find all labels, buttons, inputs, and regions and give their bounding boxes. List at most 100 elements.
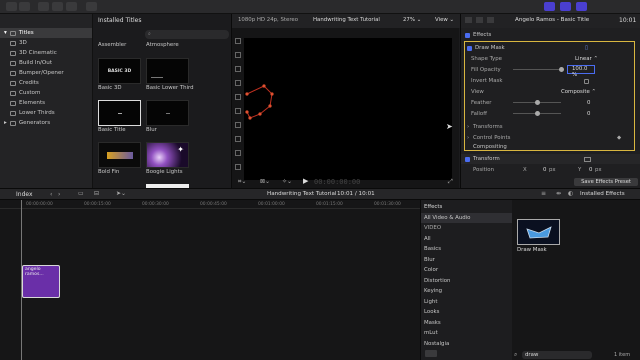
share-icon[interactable]: [86, 2, 97, 11]
compositing-row[interactable]: Compositing: [461, 142, 640, 152]
sidebar-item-credits[interactable]: Credits: [10, 78, 39, 88]
library-icon[interactable]: [6, 2, 17, 11]
play-button[interactable]: ▶: [303, 177, 308, 185]
clip-label: angelo ramos...: [25, 267, 44, 277]
thumb-label: Basic 3D: [98, 85, 122, 91]
transform-tool-icon[interactable]: ⌗⌄: [238, 178, 246, 186]
effects-category[interactable]: mLut: [421, 328, 513, 339]
background-tasks-icon[interactable]: [66, 2, 77, 11]
effect-thumb-draw-mask[interactable]: [517, 219, 560, 245]
invert-mask-checkbox[interactable]: [584, 78, 589, 84]
import-icon[interactable]: [38, 2, 49, 11]
sidebar-item-bumper-opener[interactable]: Bumper/Opener: [10, 68, 64, 78]
sidebar-item-lower-thirds[interactable]: Lower Thirds: [10, 108, 55, 118]
feather-row: Feather 0: [465, 98, 634, 108]
transform-row[interactable]: Transform: [461, 154, 640, 164]
effects-category[interactable]: All Video & Audio: [421, 212, 513, 223]
view-menu[interactable]: View ⌄: [435, 17, 454, 23]
crop-tool-icon[interactable]: ⊠⌄: [260, 178, 270, 185]
sidebar-item-3d-cinematic[interactable]: 3D Cinematic: [10, 48, 57, 58]
effects-category[interactable]: All: [421, 234, 513, 245]
sidebar-item-build-in-out[interactable]: Build In/Out: [10, 58, 52, 68]
effects-category[interactable]: Color: [421, 265, 513, 276]
sidebar-item-custom[interactable]: Custom: [10, 88, 40, 98]
x-value[interactable]: 0: [543, 167, 546, 173]
back-icon[interactable]: ‹: [50, 191, 52, 198]
thumb-bold-fin[interactable]: [98, 142, 141, 168]
checkbox[interactable]: [465, 156, 470, 162]
checkbox[interactable]: [467, 45, 472, 51]
layout-browser-icon[interactable]: [544, 2, 555, 11]
keyword-icon[interactable]: [52, 2, 63, 11]
draw-mask-shape[interactable]: [244, 38, 452, 180]
draw-mask-row[interactable]: Draw Mask ▯: [465, 43, 634, 53]
folder-icon: [10, 70, 16, 76]
effects-category[interactable]: Blur: [421, 255, 513, 266]
effects-category[interactable]: Light: [421, 297, 513, 308]
shape-type-popup[interactable]: Linear ⌃: [575, 56, 598, 62]
sidebar-toggle-icon[interactable]: [425, 350, 437, 357]
thumb-label: Basic Lower Third: [146, 85, 194, 91]
slider-knob[interactable]: [535, 100, 540, 105]
effects-category[interactable]: Looks: [421, 307, 513, 318]
thumb-boogie-lights[interactable]: ✦: [146, 142, 189, 168]
thumb-basic-title[interactable]: [98, 100, 141, 126]
effects-category[interactable]: Nostalgia: [421, 339, 513, 350]
slider-knob[interactable]: [559, 67, 564, 72]
sidebar-item-label: Lower Thirds: [19, 110, 55, 116]
skimming-icon[interactable]: ⇹: [556, 190, 561, 197]
effects-category[interactable]: Distortion: [421, 276, 513, 287]
color-inspector-icon[interactable]: [487, 17, 494, 23]
forward-icon[interactable]: ›: [58, 191, 60, 198]
audio-meter-icon[interactable]: ≡: [541, 190, 546, 197]
layout-timeline-icon[interactable]: [560, 2, 571, 11]
slider-knob[interactable]: [535, 111, 540, 116]
video-inspector-icon[interactable]: [465, 17, 472, 23]
select-tool-icon[interactable]: ➤⌄: [116, 190, 126, 197]
thumb-blur[interactable]: [146, 100, 189, 126]
sidebar-item-titles[interactable]: ▾ Titles: [0, 28, 92, 38]
photos-icon[interactable]: [19, 2, 30, 11]
title-clip[interactable]: angelo ramos...: [22, 265, 60, 298]
effects-category[interactable]: Basics: [421, 244, 513, 255]
fill-opacity-field[interactable]: 100.0 %: [567, 65, 595, 78]
row-value[interactable]: 0: [587, 100, 590, 106]
sidebar-item-elements[interactable]: Elements: [10, 98, 45, 108]
effects-category[interactable]: Keying: [421, 286, 513, 297]
effects-category[interactable]: Masks: [421, 318, 513, 329]
keyframe-icon[interactable]: ◆: [617, 135, 621, 141]
audio-inspector-icon[interactable]: [476, 17, 483, 23]
transforms-row[interactable]: › Transforms: [465, 122, 634, 132]
sidebar-item-3d[interactable]: 3D: [10, 38, 27, 48]
save-effects-preset-button[interactable]: Save Effects Preset: [574, 178, 638, 186]
viewer-title: Handwriting Text Tutorial: [313, 17, 380, 23]
connect-clip-icon[interactable]: ⊟: [94, 190, 99, 197]
position-label: Position: [473, 167, 494, 173]
layout-inspector-icon[interactable]: [576, 2, 587, 11]
viewer-canvas[interactable]: [244, 38, 452, 180]
checkbox[interactable]: [465, 32, 470, 38]
thumb-basic-3d[interactable]: BASIC 3D: [98, 58, 141, 84]
zoom-menu[interactable]: 27% ⌄: [403, 17, 421, 23]
fullscreen-icon[interactable]: ⤢: [448, 178, 453, 186]
timeline-ruler[interactable]: 00:00:00:00 00:00:15:00 00:00:30:00 00:0…: [0, 200, 420, 209]
browser-header: Installed Titles: [98, 17, 142, 24]
transform-onscreen-icon[interactable]: [584, 156, 591, 162]
enhance-tool-icon[interactable]: ✧⌄: [282, 178, 292, 185]
audio-skimming-icon[interactable]: ◐: [568, 190, 573, 197]
browser-search-field[interactable]: ⌕: [145, 30, 229, 39]
search-icon: ⌕: [514, 351, 518, 358]
row-value[interactable]: 0: [587, 111, 590, 117]
effects-search-input[interactable]: draw: [522, 351, 592, 359]
fill-opacity-slider[interactable]: [513, 69, 561, 70]
sidebar-item-generators[interactable]: ▸ Generators: [4, 118, 50, 128]
thumb-basic-lower-third[interactable]: [146, 58, 189, 84]
effects-section-header[interactable]: Effects: [461, 30, 640, 40]
sidebar-item-label: Bumper/Opener: [19, 70, 64, 76]
mask-shape-icon[interactable]: ▯: [585, 45, 588, 51]
y-value[interactable]: 0: [589, 167, 592, 173]
view-popup[interactable]: Composite ⌃: [561, 89, 596, 95]
index-button[interactable]: Index: [16, 191, 33, 198]
append-clip-icon[interactable]: ▭: [78, 190, 84, 197]
disclosure-right-icon: ▸: [4, 120, 7, 126]
